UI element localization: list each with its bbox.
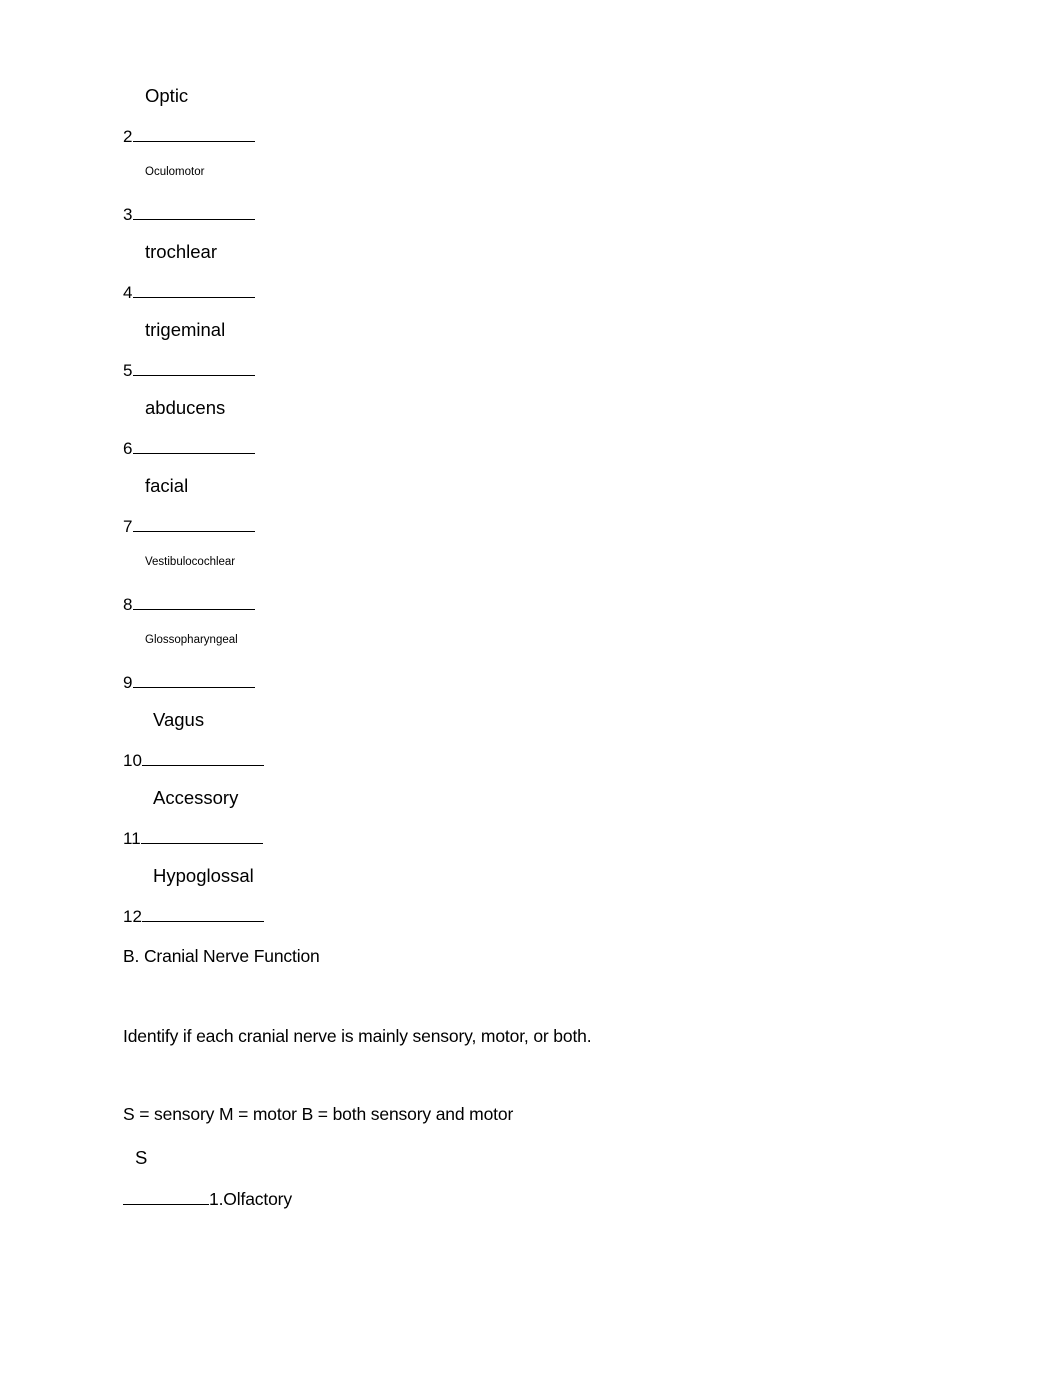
nerve-blank-line[interactable]: 11 — [123, 828, 263, 850]
function-answer-text[interactable]: S — [135, 1146, 147, 1169]
nerve-blank-item: abducens 6 — [123, 396, 823, 474]
cranial-nerve-blank-list: Optic 2 Oculomotor 3 trochlear 4 trigemi… — [123, 84, 823, 942]
answer-rule[interactable] — [132, 516, 255, 532]
document-page: Optic 2 Oculomotor 3 trochlear 4 trigemi… — [0, 0, 1062, 1377]
nerve-blank-line[interactable]: 7 — [123, 516, 255, 538]
nerve-blank-item: Glossopharyngeal 9 — [123, 630, 823, 708]
nerve-number: 2 — [123, 127, 133, 146]
function-answer-item: S 1.Olfactory — [123, 1146, 623, 1224]
nerve-answer-text[interactable]: Accessory — [153, 786, 238, 809]
answer-rule[interactable] — [142, 906, 265, 922]
nerve-blank-line[interactable]: 10 — [123, 750, 265, 772]
nerve-blank-line[interactable]: 5 — [123, 360, 255, 382]
nerve-blank-item: Hypoglossal 12 — [123, 864, 823, 942]
section-b-legend: S = sensory M = motor B = both sensory a… — [123, 1104, 514, 1124]
answer-rule[interactable] — [132, 126, 255, 142]
nerve-number: 3 — [123, 205, 133, 224]
nerve-blank-item: trigeminal 5 — [123, 318, 823, 396]
nerve-blank-item: Vagus 10 — [123, 708, 823, 786]
section-b-instruction: Identify if each cranial nerve is mainly… — [123, 1026, 592, 1046]
nerve-number: 9 — [123, 673, 133, 692]
nerve-blank-line[interactable]: 8 — [123, 594, 255, 616]
section-b-heading: B. Cranial Nerve Function — [123, 946, 320, 966]
nerve-answer-text[interactable]: facial — [145, 474, 188, 497]
answer-rule[interactable] — [132, 204, 255, 220]
nerve-blank-line[interactable]: 9 — [123, 672, 255, 694]
answer-rule[interactable] — [132, 672, 255, 688]
answer-rule[interactable] — [123, 1189, 209, 1205]
nerve-number: 10 — [123, 751, 143, 770]
nerve-number: 12 — [123, 907, 143, 926]
nerve-answer-text[interactable]: Optic — [145, 84, 188, 107]
answer-rule[interactable] — [132, 594, 255, 610]
nerve-blank-item: facial 7 — [123, 474, 823, 552]
answer-rule[interactable] — [132, 438, 255, 454]
nerve-number: 4 — [123, 283, 133, 302]
nerve-blank-line[interactable]: 3 — [123, 204, 255, 226]
nerve-answer-text[interactable]: Hypoglossal — [153, 864, 254, 887]
nerve-number: 6 — [123, 439, 133, 458]
nerve-number: 5 — [123, 361, 133, 380]
nerve-answer-text[interactable]: Oculomotor — [145, 165, 267, 180]
nerve-answer-text[interactable]: Glossopharyngeal — [145, 633, 267, 648]
nerve-blank-item: Oculomotor 3 — [123, 162, 823, 240]
nerve-answer-text[interactable]: Vestibulocochlear — [145, 555, 267, 570]
nerve-answer-text[interactable]: Vagus — [153, 708, 204, 731]
nerve-number: 8 — [123, 595, 133, 614]
nerve-number: 7 — [123, 517, 133, 536]
answer-rule[interactable] — [140, 828, 263, 844]
nerve-blank-line[interactable]: 2 — [123, 126, 255, 148]
nerve-blank-item: Optic 2 — [123, 84, 823, 162]
function-item-label: 1.Olfactory — [209, 1189, 292, 1209]
nerve-answer-text[interactable]: trochlear — [145, 240, 217, 263]
nerve-blank-item: Vestibulocochlear 8 — [123, 552, 823, 630]
nerve-blank-item: Accessory 11 — [123, 786, 823, 864]
nerve-blank-item: trochlear 4 — [123, 240, 823, 318]
answer-rule[interactable] — [142, 750, 265, 766]
nerve-blank-line[interactable]: 6 — [123, 438, 255, 460]
nerve-blank-line[interactable]: 12 — [123, 906, 265, 928]
function-blank-line[interactable]: 1.Olfactory — [123, 1188, 292, 1211]
function-answer-list: S 1.Olfactory — [123, 1146, 623, 1224]
nerve-number: 11 — [123, 829, 141, 848]
answer-rule[interactable] — [132, 360, 255, 376]
answer-rule[interactable] — [132, 282, 255, 298]
nerve-answer-text[interactable]: trigeminal — [145, 318, 225, 341]
nerve-blank-line[interactable]: 4 — [123, 282, 255, 304]
nerve-answer-text[interactable]: abducens — [145, 396, 225, 419]
